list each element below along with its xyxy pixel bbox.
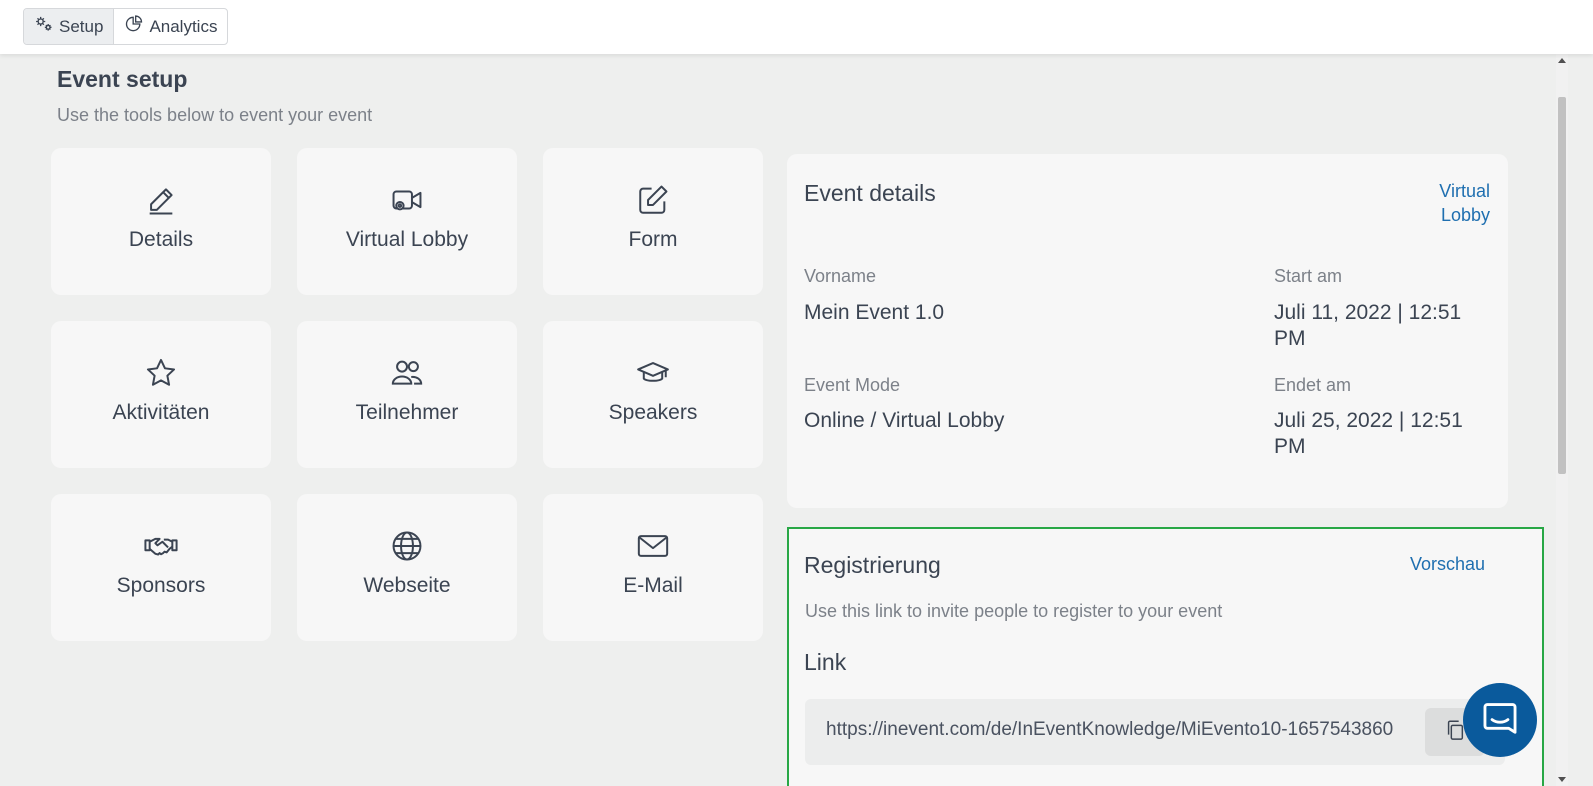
- mode-value: Online / Virtual Lobby: [804, 409, 1005, 432]
- chat-support-button[interactable]: [1463, 683, 1537, 757]
- tile-details[interactable]: Details: [51, 148, 271, 295]
- tile-sponsors[interactable]: Sponsors: [51, 494, 271, 641]
- tile-virtual-lobby-label: Virtual Lobby: [345, 228, 469, 251]
- event-details-card: Event details Virtual Lobby Vorname Mein…: [787, 154, 1508, 508]
- start-value: Juli 11, 2022 | 12:51 PM: [1274, 301, 1462, 350]
- tab-setup-label: Setup: [59, 16, 104, 36]
- tile-form[interactable]: Form: [543, 148, 763, 295]
- edit-square-icon: [636, 183, 670, 217]
- star-icon: [144, 356, 178, 390]
- tile-speakers-label: Speakers: [608, 401, 698, 424]
- event-details-title: Event details: [804, 180, 936, 206]
- tab-analytics[interactable]: Analytics: [114, 9, 227, 44]
- page-title: Event setup: [57, 66, 188, 92]
- registration-card: Registrierung Vorschau Use this link to …: [787, 527, 1544, 786]
- tile-webseite[interactable]: Webseite: [297, 494, 517, 641]
- scroll-up-arrow-icon[interactable]: [1558, 58, 1566, 63]
- tile-sponsors-label: Sponsors: [116, 574, 206, 597]
- registration-subtitle: Use this link to invite people to regist…: [805, 601, 1223, 621]
- tab-analytics-label: Analytics: [149, 16, 218, 36]
- name-value: Mein Event 1.0: [804, 301, 945, 324]
- start-label: Start am: [1274, 266, 1343, 286]
- tile-aktivitaeten-label: Aktivitäten: [112, 401, 210, 424]
- pencil-icon: [144, 183, 178, 217]
- graduation-cap-icon: [636, 356, 670, 390]
- tile-email-label: E-Mail: [623, 574, 683, 597]
- link-heading: Link: [804, 649, 847, 675]
- tile-details-label: Details: [128, 228, 194, 251]
- registration-url[interactable]: https://inevent.com/de/InEventKnowledge/…: [826, 719, 1412, 741]
- tile-form-label: Form: [628, 228, 678, 251]
- tile-virtual-lobby[interactable]: Virtual Lobby: [297, 148, 517, 295]
- scroll-down-arrow-icon[interactable]: [1558, 777, 1566, 782]
- chat-icon: [1481, 699, 1519, 742]
- top-bar: Setup Analytics: [0, 0, 1593, 54]
- tile-teilnehmer[interactable]: Teilnehmer: [297, 321, 517, 468]
- tile-aktivitaeten[interactable]: Aktivitäten: [51, 321, 271, 468]
- tile-speakers[interactable]: Speakers: [543, 321, 763, 468]
- tile-teilnehmer-label: Teilnehmer: [355, 401, 459, 424]
- registration-title: Registrierung: [804, 552, 941, 578]
- view-tab-group: Setup Analytics: [23, 8, 229, 45]
- registration-link-field[interactable]: https://inevent.com/de/InEventKnowledge/…: [805, 699, 1505, 765]
- gears-icon: [34, 14, 54, 39]
- tab-setup[interactable]: Setup: [24, 9, 115, 44]
- end-value: Juli 25, 2022 | 12:51 PM: [1274, 409, 1463, 458]
- video-camera-gear-icon: [390, 183, 424, 217]
- tile-webseite-label: Webseite: [363, 574, 451, 597]
- globe-icon: [390, 529, 424, 563]
- people-icon: [390, 356, 424, 390]
- name-label: Vorname: [804, 266, 877, 286]
- handshake-icon: [144, 529, 178, 563]
- tile-email[interactable]: E-Mail: [543, 494, 763, 641]
- mode-label: Event Mode: [804, 375, 901, 395]
- envelope-icon: [636, 529, 670, 563]
- end-label: Endet am: [1274, 375, 1352, 395]
- page-scrollbar-thumb[interactable]: [1558, 97, 1566, 474]
- preview-link[interactable]: Vorschau: [1410, 552, 1485, 576]
- pie-chart-icon: [124, 14, 144, 39]
- virtual-lobby-link[interactable]: Virtual Lobby: [1410, 179, 1490, 227]
- page-subtitle: Use the tools below to event your event: [57, 105, 373, 125]
